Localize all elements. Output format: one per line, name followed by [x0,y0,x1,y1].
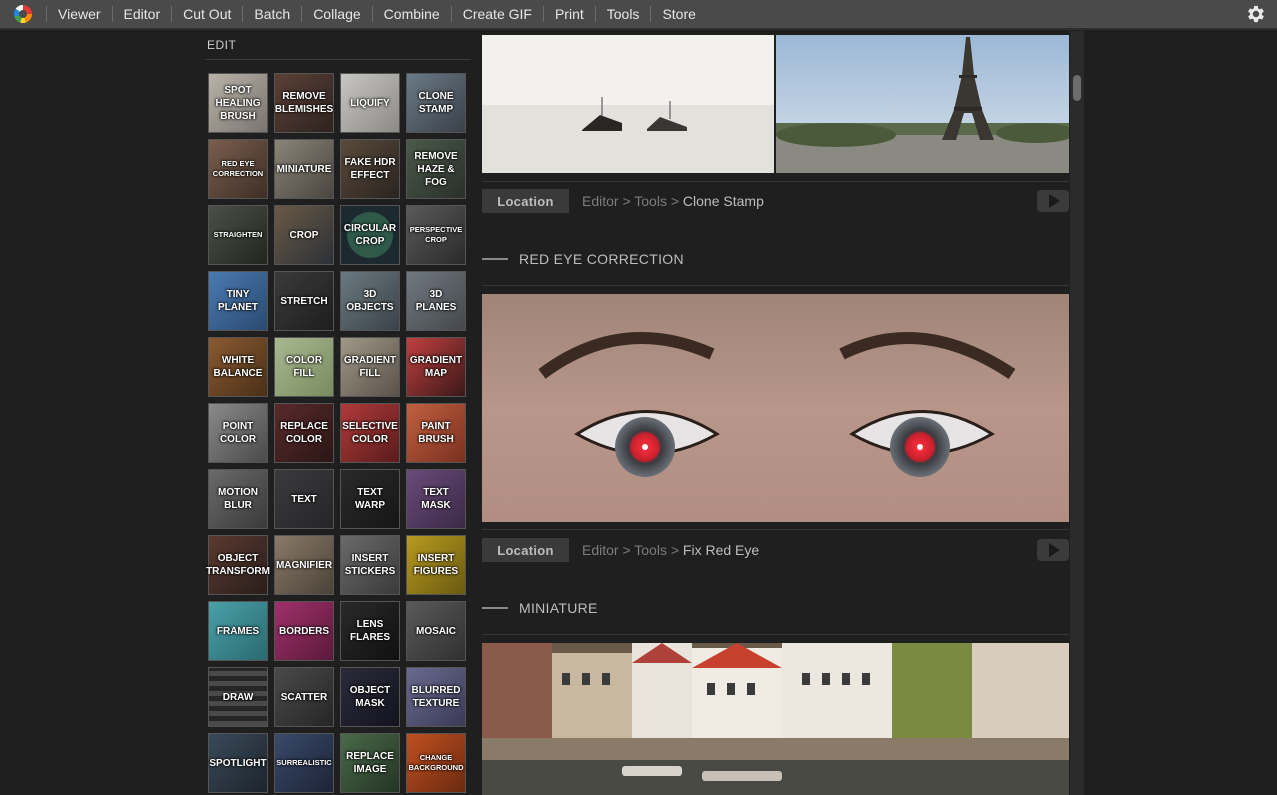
tool-tile-tiny-planet[interactable]: TINY PLANET [208,271,268,331]
tool-tile-fake-hdr-effect[interactable]: FAKE HDR EFFECT [340,139,400,199]
tool-tile-surrealistic[interactable]: SURREALISTIC [274,733,334,793]
menu-item-create-gif[interactable]: Create GIF [452,6,543,22]
tool-tile-spot-healing-brush[interactable]: SPOT HEALING BRUSH [208,73,268,133]
edit-panel-title: EDIT [205,31,471,60]
tool-tile-point-color[interactable]: POINT COLOR [208,403,268,463]
menu-item-combine[interactable]: Combine [373,6,451,22]
play-video-button[interactable] [1037,190,1069,212]
tool-tile-text[interactable]: TEXT [274,469,334,529]
menu-item-viewer[interactable]: Viewer [47,6,112,22]
location-path-tool: Clone Stamp [682,193,764,209]
tool-tile-gradient-map[interactable]: GRADIENT MAP [406,337,466,397]
tool-tile-blurred-texture[interactable]: BLURRED TEXTURE [406,667,466,727]
edit-panel: EDIT SPOT HEALING BRUSH REMOVE BLEMISHES L… [205,31,471,795]
top-menu-bar: Viewer Editor Cut Out Batch Collage Combine Cr… [0,0,1277,30]
tool-tile-scatter[interactable]: SCATTER [274,667,334,727]
red-eye-section-header: RED EYE CORRECTION [482,249,1069,269]
section-title: RED EYE CORRECTION [519,251,684,267]
tool-tile-color-fill[interactable]: COLOR FILL [274,337,334,397]
red-eye-photo [482,294,1069,522]
tool-tile-text-warp[interactable]: TEXT WARP [340,469,400,529]
tool-tile-insert-stickers[interactable]: INSERT STICKERS [340,535,400,595]
tool-tile-draw[interactable]: DRAW [208,667,268,727]
tool-tile-borders[interactable]: BORDERS [274,601,334,661]
play-video-button[interactable] [1037,539,1069,561]
tool-tile-3d-objects[interactable]: 3D OBJECTS [340,271,400,331]
tool-tile-circular-crop[interactable]: CIRCULAR CROP [340,205,400,265]
tool-tile-motion-blur[interactable]: MOTION BLUR [208,469,268,529]
menu-item-collage[interactable]: Collage [302,6,371,22]
tool-tile-remove-blemishes[interactable]: REMOVE BLEMISHES [274,73,334,133]
tool-tile-perspective-crop[interactable]: PERSPECTIVE CROP [406,205,466,265]
eiffel-tower-photo [776,35,1069,173]
location-badge: Location [482,538,569,562]
vertical-scrollbar[interactable] [1070,31,1084,795]
miniature-photo [482,643,1069,795]
tool-tile-text-mask[interactable]: TEXT MASK [406,469,466,529]
tool-tile-mosaic[interactable]: MOSAIC [406,601,466,661]
menu-item-editor[interactable]: Editor [113,6,172,22]
gear-icon[interactable] [1245,3,1267,25]
app-logo[interactable] [14,5,32,23]
menu-item-store[interactable]: Store [651,6,706,22]
tool-tile-straighten[interactable]: STRAIGHTEN [208,205,268,265]
miniature-section-header: MINIATURE [482,598,1069,618]
tool-tile-object-mask[interactable]: OBJECT MASK [340,667,400,727]
tool-tile-change-background[interactable]: CHANGE BACKGROUND [406,733,466,793]
menu-item-tools[interactable]: Tools [596,6,651,22]
tool-tile-gradient-fill[interactable]: GRADIENT FILL [340,337,400,397]
tool-tile-remove-haze-fog[interactable]: REMOVE HAZE & FOG [406,139,466,199]
tool-tile-miniature[interactable]: MINIATURE [274,139,334,199]
tool-tile-red-eye-correction[interactable]: RED EYE CORRECTION [208,139,268,199]
play-icon [1049,194,1060,208]
location-path-tool: Fix Red Eye [682,542,760,558]
menu-item-print[interactable]: Print [544,6,595,22]
tool-tile-crop[interactable]: CROP [274,205,334,265]
tool-tile-clone-stamp[interactable]: CLONE STAMP [406,73,466,133]
tool-grid: SPOT HEALING BRUSH REMOVE BLEMISHES LIQUIF… [206,73,471,793]
tool-tile-stretch[interactable]: STRETCH [274,271,334,331]
tool-tile-replace-color[interactable]: REPLACE COLOR [274,403,334,463]
tool-tile-spotlight[interactable]: SPOTLIGHT [208,733,268,793]
section-dash [482,607,508,609]
location-path-prefix: Editor > Tools > [582,193,683,209]
tool-tile-object-transform[interactable]: OBJECT TRANSFORM [206,535,270,595]
tool-tile-frames[interactable]: FRAMES [208,601,268,661]
menu-items: Viewer Editor Cut Out Batch Collage Combine Cr… [46,6,707,22]
tool-tile-paint-brush[interactable]: PAINT BRUSH [406,403,466,463]
tool-tile-insert-figures[interactable]: INSERT FIGURES [406,535,466,595]
tool-tile-lens-flares[interactable]: LENS FLARES [340,601,400,661]
play-icon [1049,543,1060,557]
location-path: Editor > Tools > Fix Red Eye [582,542,759,558]
section-dash [482,258,508,260]
clone-stamp-location-bar: Location Editor > Tools > Clone Stamp [482,189,1069,213]
tool-tile-selective-color[interactable]: SELECTIVE COLOR [340,403,400,463]
tool-tile-white-balance[interactable]: WHITE BALANCE [208,337,268,397]
snow-houses-photo [482,35,774,173]
location-badge: Location [482,189,569,213]
tool-tile-replace-image[interactable]: REPLACE IMAGE [340,733,400,793]
scrollbar-thumb[interactable] [1073,75,1081,101]
menu-item-cut-out[interactable]: Cut Out [172,6,242,22]
tool-tile-liquify[interactable]: LIQUIFY [340,73,400,133]
menu-item-batch[interactable]: Batch [243,6,301,22]
location-path: Editor > Tools > Clone Stamp [582,193,764,209]
section-title: MINIATURE [519,600,598,616]
red-eye-location-bar: Location Editor > Tools > Fix Red Eye [482,538,1069,562]
main-content: Location Editor > Tools > Clone Stamp RE… [482,31,1069,795]
location-path-prefix: Editor > Tools > [582,542,683,558]
tool-tile-magnifier[interactable]: MAGNIFIER [274,535,334,595]
tool-tile-3d-planes[interactable]: 3D PLANES [406,271,466,331]
clone-stamp-preview [482,35,1069,173]
